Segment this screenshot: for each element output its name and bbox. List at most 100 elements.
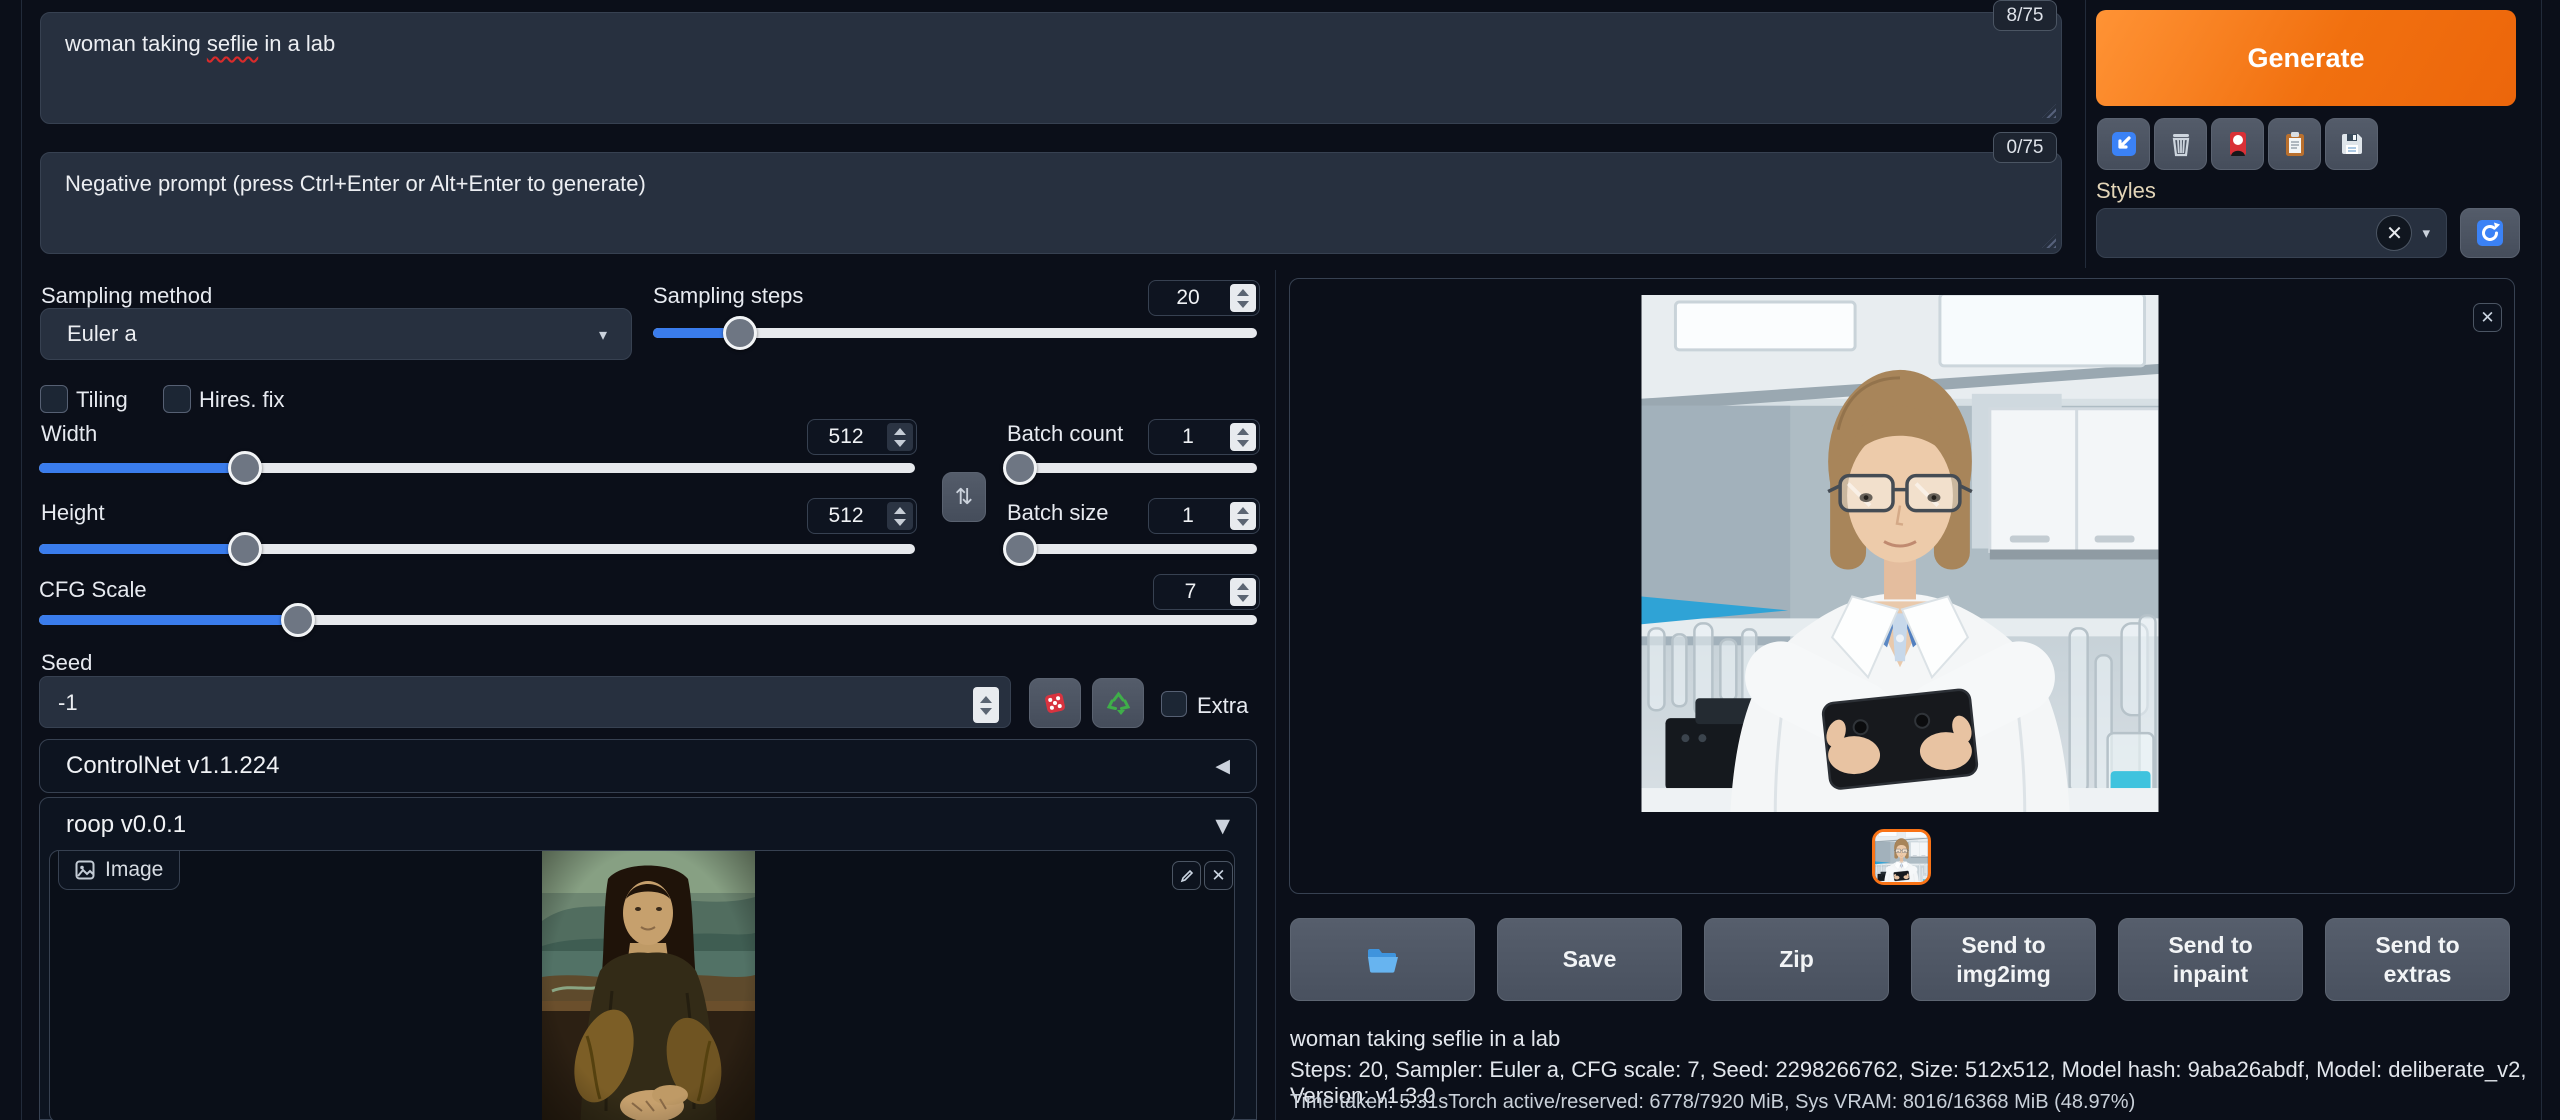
chevron-down-icon: ▾ bbox=[599, 325, 607, 344]
pencil-icon bbox=[1180, 869, 1194, 883]
output-prompt-text: woman taking seflie in a lab bbox=[1290, 1026, 1560, 1052]
image-tab-label: Image bbox=[105, 858, 163, 882]
open-folder-button[interactable] bbox=[1290, 918, 1475, 1001]
divider bbox=[2085, 0, 2086, 268]
resize-grip[interactable] bbox=[2042, 234, 2056, 248]
negative-prompt-placeholder: Negative prompt (press Ctrl+Enter or Alt… bbox=[65, 171, 646, 197]
spinner[interactable] bbox=[973, 687, 999, 723]
spinner[interactable] bbox=[1230, 578, 1256, 606]
zip-button[interactable]: Zip bbox=[1704, 918, 1889, 1001]
batch-count-input[interactable]: 1 bbox=[1148, 419, 1260, 455]
save-style-button[interactable] bbox=[2325, 118, 2378, 170]
image-tab[interactable]: Image bbox=[58, 851, 180, 890]
misspelled-word: seflie bbox=[207, 31, 258, 56]
prompt-text: woman taking seflie in a lab bbox=[65, 31, 335, 57]
extra-networks-card-icon bbox=[2224, 130, 2252, 158]
extra-seed-checkbox[interactable] bbox=[1161, 691, 1187, 717]
extra-seed-label: Extra bbox=[1197, 693, 1248, 719]
spinner[interactable] bbox=[1230, 423, 1256, 451]
folder-icon bbox=[1366, 945, 1400, 975]
tiling-checkbox[interactable] bbox=[40, 385, 68, 413]
prompt-token-counter: 8/75 bbox=[1993, 0, 2057, 31]
send-to-inpaint-button[interactable]: Send to inpaint bbox=[2118, 918, 2303, 1001]
spinner[interactable] bbox=[1230, 284, 1256, 312]
image-icon bbox=[75, 860, 95, 880]
height-slider[interactable] bbox=[39, 532, 915, 566]
sampling-steps-slider[interactable] bbox=[653, 316, 1257, 350]
slider-handle[interactable] bbox=[281, 603, 315, 637]
generated-image[interactable] bbox=[1640, 294, 2160, 813]
paste-params-button[interactable] bbox=[2097, 118, 2150, 170]
edit-image-button[interactable] bbox=[1172, 861, 1201, 890]
slider-handle[interactable] bbox=[228, 451, 262, 485]
sampling-steps-label: Sampling steps bbox=[653, 283, 803, 309]
batch-size-input[interactable]: 1 bbox=[1148, 498, 1260, 534]
accordion-collapsed-icon: ◀ bbox=[1215, 755, 1230, 777]
width-slider[interactable] bbox=[39, 451, 915, 485]
gallery-actions: Save Zip Send to img2img Send to inpaint… bbox=[1290, 918, 2510, 1001]
sampling-steps-input[interactable]: 20 bbox=[1148, 280, 1260, 316]
apply-styles-button[interactable] bbox=[2268, 118, 2321, 170]
spinner[interactable] bbox=[887, 423, 913, 451]
close-gallery-button[interactable]: ✕ bbox=[2473, 303, 2502, 332]
paste-params-icon bbox=[2110, 130, 2138, 158]
height-input[interactable]: 512 bbox=[807, 498, 917, 534]
controlnet-title: ControlNet v1.1.224 bbox=[66, 752, 279, 780]
spinner[interactable] bbox=[1230, 502, 1256, 530]
reuse-seed-button[interactable] bbox=[1092, 678, 1144, 728]
swap-arrows-icon: ⇅ bbox=[955, 485, 973, 510]
styles-label: Styles bbox=[2096, 178, 2156, 204]
negative-prompt-input[interactable]: Negative prompt (press Ctrl+Enter or Alt… bbox=[40, 152, 2062, 254]
negative-token-counter: 0/75 bbox=[1993, 132, 2057, 163]
batch-size-slider[interactable] bbox=[1007, 532, 1257, 566]
sampling-method-label: Sampling method bbox=[41, 283, 212, 309]
gallery-thumbnail-selected[interactable] bbox=[1872, 829, 1931, 885]
recycle-icon bbox=[1105, 690, 1132, 717]
save-button[interactable]: Save bbox=[1497, 918, 1682, 1001]
slider-handle[interactable] bbox=[1003, 451, 1037, 485]
height-label: Height bbox=[41, 500, 105, 526]
clipboard-icon bbox=[2281, 130, 2309, 158]
generate-button[interactable]: Generate bbox=[2096, 10, 2516, 106]
roop-title: roop v0.0.1 bbox=[66, 811, 186, 839]
clear-x-icon[interactable]: ✕ bbox=[2376, 215, 2412, 251]
extra-networks-button[interactable] bbox=[2211, 118, 2264, 170]
controlnet-accordion[interactable]: ControlNet v1.1.224 ◀ bbox=[39, 739, 1257, 793]
cfg-scale-slider[interactable] bbox=[39, 603, 1257, 637]
width-input[interactable]: 512 bbox=[807, 419, 917, 455]
txt2img-screen: woman taking seflie in a lab 8/75 Negati… bbox=[0, 0, 2560, 1120]
output-time-vram-text: Time taken: 5.31sTorch active/reserved: … bbox=[1290, 1091, 2135, 1114]
slider-handle[interactable] bbox=[228, 532, 262, 566]
slider-handle[interactable] bbox=[723, 316, 757, 350]
roop-source-image[interactable] bbox=[542, 851, 755, 1120]
width-label: Width bbox=[41, 421, 97, 447]
styles-dropdown[interactable]: ✕ ▾ bbox=[2096, 208, 2447, 258]
spinner[interactable] bbox=[887, 502, 913, 530]
seed-input[interactable]: -1 bbox=[39, 676, 1011, 728]
divider bbox=[21, 0, 22, 1120]
batch-count-slider[interactable] bbox=[1007, 451, 1257, 485]
hires-fix-checkbox[interactable] bbox=[163, 385, 191, 413]
chevron-down-icon[interactable]: ▾ bbox=[2422, 224, 2430, 242]
prompt-input[interactable]: woman taking seflie in a lab bbox=[40, 12, 2062, 124]
swap-dimensions-button[interactable]: ⇅ bbox=[942, 472, 986, 522]
random-seed-button[interactable] bbox=[1029, 678, 1081, 728]
sampling-method-dropdown[interactable]: Euler a ▾ bbox=[40, 308, 632, 360]
slider-handle[interactable] bbox=[1003, 532, 1037, 566]
batch-size-label: Batch size bbox=[1007, 500, 1109, 526]
accordion-expanded-icon: ▼ bbox=[1215, 815, 1230, 837]
resize-grip[interactable] bbox=[2042, 104, 2056, 118]
refresh-styles-button[interactable] bbox=[2460, 208, 2520, 258]
batch-count-label: Batch count bbox=[1007, 421, 1123, 447]
remove-image-button[interactable]: ✕ bbox=[1204, 861, 1233, 890]
send-to-img2img-button[interactable]: Send to img2img bbox=[1911, 918, 2096, 1001]
tiling-label: Tiling bbox=[76, 387, 128, 413]
refresh-icon bbox=[2475, 218, 2505, 248]
floppy-save-icon bbox=[2338, 130, 2366, 158]
divider bbox=[1275, 270, 1276, 1120]
trash-icon bbox=[2167, 130, 2195, 158]
send-to-extras-button[interactable]: Send to extras bbox=[2325, 918, 2510, 1001]
clear-prompt-button[interactable] bbox=[2154, 118, 2207, 170]
seed-label: Seed bbox=[41, 650, 92, 676]
divider bbox=[2541, 0, 2542, 1120]
